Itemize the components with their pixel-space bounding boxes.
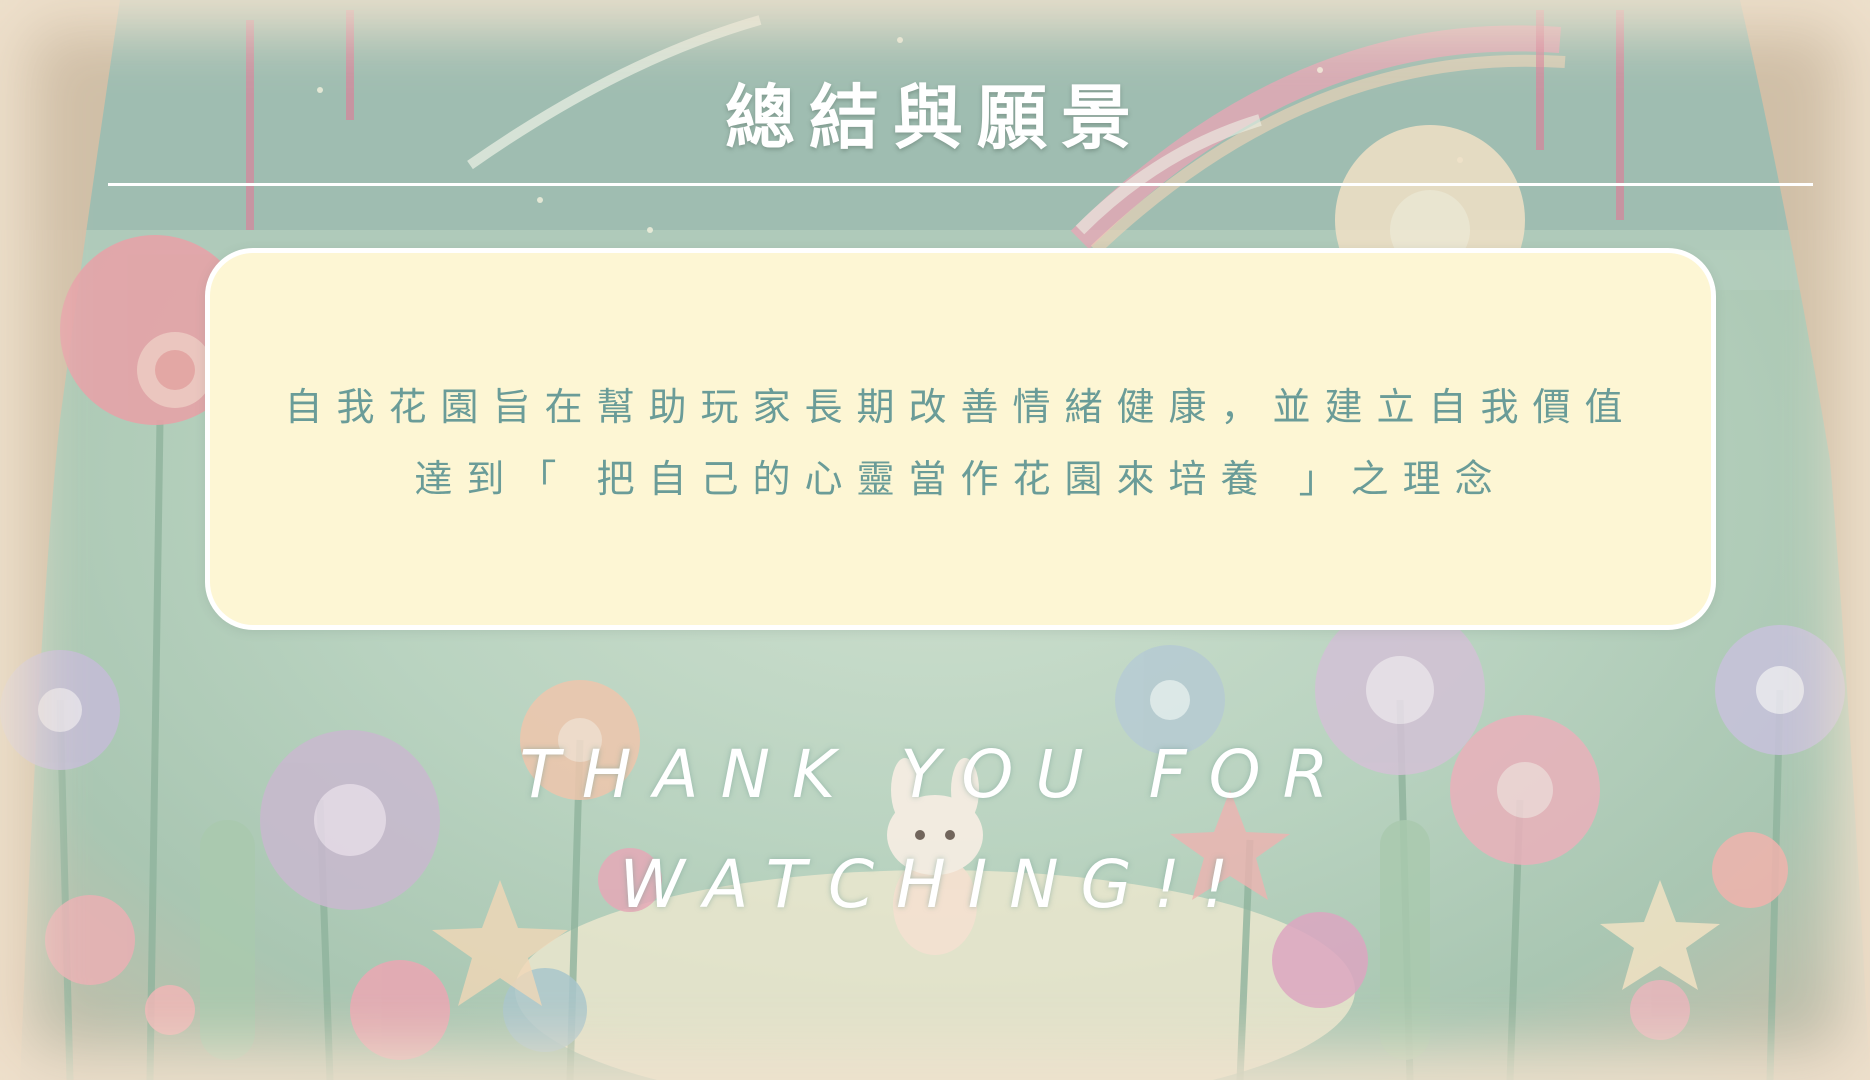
- title-divider: [108, 183, 1813, 186]
- flower-pink-right: [1450, 715, 1600, 865]
- presentation-slide: 總結與願景 自我花園旨在幫助玩家長期改善情緒健康，並建立自我價值 達到「 把自己…: [0, 0, 1870, 1080]
- summary-text: 自我花園旨在幫助玩家長期改善情緒健康，並建立自我價值 達到「 把自己的心靈當作花…: [210, 371, 1711, 515]
- flower-lilac-left: [260, 730, 440, 910]
- closing-line-2: WATCHING!!: [619, 846, 1251, 923]
- summary-card: 自我花園旨在幫助玩家長期改善情緒健康，並建立自我價值 達到「 把自己的心靈當作花…: [205, 248, 1716, 630]
- closing-message: THANK YOU FOR WATCHING!!: [500, 720, 1370, 940]
- summary-line-2: 達到「 把自己的心靈當作花園來培養 」之理念: [414, 457, 1507, 501]
- flower-purple-far-left: [0, 650, 120, 770]
- summary-line-1: 自我花園旨在幫助玩家長期改善情緒健康，並建立自我價值: [284, 385, 1637, 429]
- slide-title: 總結與願景: [725, 77, 1145, 159]
- closing-line-1: THANK YOU FOR: [519, 736, 1351, 813]
- flower-purple-far-right: [1715, 625, 1845, 755]
